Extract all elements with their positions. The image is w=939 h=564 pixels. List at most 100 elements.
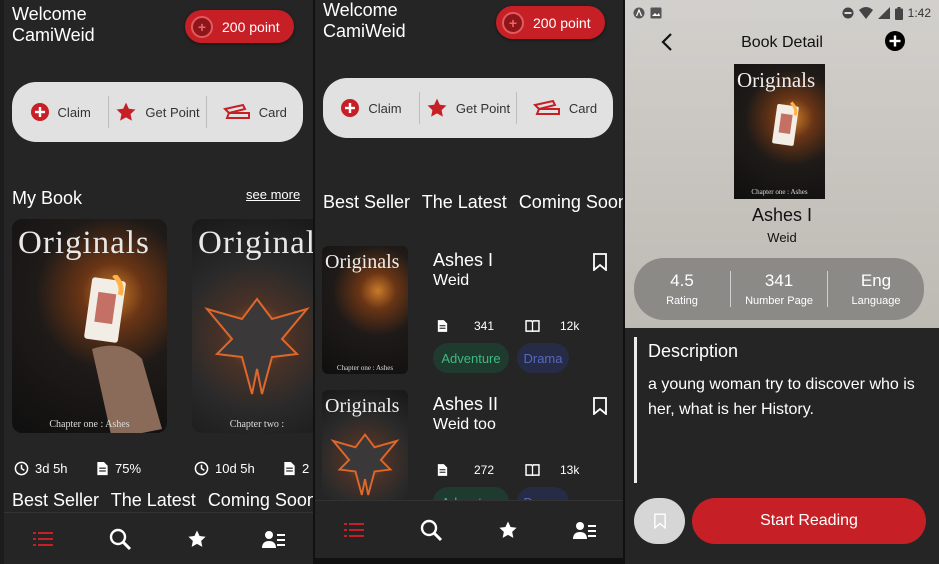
coin-icon: +	[502, 11, 524, 34]
stat-label: Number Page	[745, 295, 813, 307]
book-1-progress: 75%	[96, 461, 141, 476]
book-cover-originals-1[interactable]: Originals Chapter one : Ashes	[12, 219, 167, 433]
progress-label: 75%	[115, 461, 142, 476]
time-label: 3d 5h	[35, 461, 68, 476]
points-button[interactable]: + 200 point	[185, 10, 294, 43]
add-circle-icon[interactable]	[884, 30, 906, 57]
do-not-disturb-icon	[842, 7, 854, 19]
tab-best-seller[interactable]: Best Seller	[323, 192, 410, 212]
username-label: CamiWeid	[12, 25, 95, 45]
tag-drama[interactable]: Drama	[517, 343, 569, 373]
bottom-navigation	[4, 512, 313, 564]
description-heading: Description	[648, 341, 739, 361]
points-label: 200 point	[533, 14, 591, 31]
stat-number-page: 341 Number Page	[730, 271, 827, 307]
bookmark-icon	[653, 513, 666, 529]
book-icon	[525, 320, 540, 332]
action-bar: Claim Get Point Card	[12, 82, 303, 142]
claim-button[interactable]: Claim	[12, 82, 108, 142]
get-point-button[interactable]: Get Point	[419, 92, 516, 124]
card-icon	[532, 99, 561, 117]
list-item[interactable]: Originals Ashes II Weid too 272 13k Adve…	[315, 390, 623, 518]
read-count: 12k	[525, 319, 579, 333]
page-count: 272	[437, 463, 494, 477]
start-reading-button[interactable]: Start Reading	[692, 498, 926, 544]
page-count: 341	[437, 319, 494, 333]
points-button[interactable]: + 200 point	[496, 6, 605, 39]
bookmark-icon[interactable]	[593, 397, 607, 420]
card-button[interactable]: Card	[205, 96, 303, 128]
category-tabs: Best Seller The Latest Coming Soon	[12, 490, 313, 511]
page-count-label: 272	[474, 463, 495, 477]
document-icon	[437, 463, 448, 477]
status-time: 1:42	[907, 6, 931, 20]
action-bar: Claim Get Point Card	[323, 78, 613, 138]
stat-rating: 4.5 Rating	[634, 271, 730, 307]
plus-circle-icon	[340, 98, 360, 118]
home-screen-best-seller: Welcome CamiWeid + 200 point Claim Get P…	[315, 0, 623, 564]
book-thumbnail[interactable]: Originals	[322, 390, 408, 518]
cover-subtitle: Chapter one : Ashes	[751, 188, 808, 196]
book-thumbnail[interactable]: Originals Chapter one : Ashes	[322, 246, 408, 374]
nav-bottom-edge	[315, 558, 623, 564]
plus-circle-icon	[30, 102, 50, 122]
stat-language: Eng Language	[827, 271, 924, 307]
signal-icon	[877, 7, 890, 19]
list-icon[interactable]	[334, 510, 374, 550]
my-book-title: My Book	[12, 188, 83, 208]
card-label: Card	[258, 104, 287, 120]
book-title: Ashes I	[433, 250, 494, 270]
stat-value: 341	[764, 271, 794, 290]
book-author: Weid	[767, 230, 797, 245]
claim-label: Claim	[368, 100, 402, 116]
see-more-link[interactable]: see more	[246, 187, 300, 202]
tab-best-seller[interactable]: Best Seller	[12, 490, 99, 510]
category-tabs: Best Seller The Latest Coming Soon	[323, 192, 623, 213]
bookmark-icon[interactable]	[593, 253, 607, 276]
clock-icon	[14, 461, 29, 476]
joker-card-image	[772, 101, 799, 146]
tab-coming-soon[interactable]: Coming Soon	[208, 490, 313, 510]
cover-subtitle: Chapter two :	[229, 419, 285, 430]
claim-button[interactable]: Claim	[323, 78, 419, 138]
welcome-text: Welcome CamiWeid	[323, 0, 406, 42]
book-detail-screen: 1:42 Book Detail Originals Chapter one :…	[625, 0, 939, 564]
cover-subtitle: Chapter one : Ashes	[336, 364, 394, 372]
list-item[interactable]: Originals Chapter one : Ashes Ashes I We…	[315, 246, 623, 376]
time-label: 10d 5h	[215, 461, 255, 476]
get-point-label: Get Point	[455, 100, 511, 116]
tab-the-latest[interactable]: The Latest	[111, 490, 196, 510]
get-point-button[interactable]: Get Point	[108, 96, 205, 128]
card-icon	[222, 103, 251, 121]
profile-list-icon[interactable]	[565, 510, 605, 550]
description-section: Description a young woman try to discove…	[634, 337, 930, 483]
card-button[interactable]: Card	[516, 92, 613, 124]
username-label: CamiWeid	[323, 21, 406, 41]
welcome-label: Welcome	[12, 4, 87, 24]
tab-the-latest[interactable]: The Latest	[422, 192, 507, 212]
book-cover-originals-2[interactable]: Originals Chapter two :	[192, 219, 313, 433]
progress-label: 2	[302, 461, 310, 476]
search-icon[interactable]	[100, 519, 140, 559]
bookmark-button[interactable]	[634, 498, 685, 544]
book-author: Weid too	[433, 416, 496, 433]
profile-list-icon[interactable]	[254, 519, 294, 559]
phoenix-image	[204, 297, 310, 395]
status-left-icons	[633, 7, 662, 19]
list-icon[interactable]	[23, 519, 63, 559]
book-cover-detail: Originals Chapter one : Ashes	[734, 64, 825, 199]
document-icon	[283, 461, 296, 476]
search-icon[interactable]	[411, 510, 451, 550]
book-author: Weid	[433, 272, 470, 289]
cover-subtitle: Chapter one : Ashes	[49, 419, 130, 430]
stat-label: Rating	[666, 295, 698, 307]
cover-title: Originals	[18, 225, 150, 261]
star-icon[interactable]	[488, 510, 528, 550]
star-icon[interactable]	[177, 519, 217, 559]
tag-adventure[interactable]: Adventure	[433, 343, 509, 373]
cover-title: Originals	[325, 251, 400, 273]
tab-coming-soon[interactable]: Coming Soon	[519, 192, 623, 212]
document-icon	[96, 461, 109, 476]
status-bar: 1:42	[625, 0, 939, 26]
book-title: Ashes II	[433, 394, 499, 414]
